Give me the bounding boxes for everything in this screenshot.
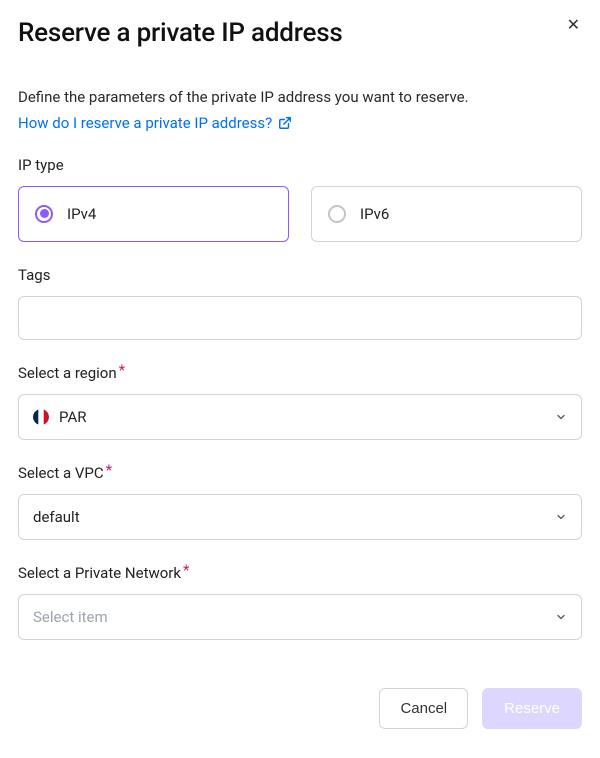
close-icon: ✕ — [567, 17, 580, 34]
private-network-placeholder: Select item — [33, 608, 108, 626]
radio-option-ipv4[interactable]: IPv4 — [18, 186, 289, 242]
region-select-value: PAR — [33, 408, 86, 426]
vpc-label: Select a VPC* — [18, 464, 582, 482]
external-link-icon — [278, 116, 292, 130]
radio-label-ipv4: IPv4 — [67, 205, 96, 223]
vpc-select[interactable]: default — [18, 494, 582, 540]
tags-input[interactable] — [18, 296, 582, 340]
region-field: Select a region* PAR — [18, 364, 582, 440]
close-button[interactable]: ✕ — [567, 18, 580, 34]
private-network-label: Select a Private Network* — [18, 564, 582, 582]
radio-icon — [35, 205, 53, 223]
radio-label-ipv6: IPv6 — [360, 205, 389, 223]
reserve-button[interactable]: Reserve — [482, 688, 582, 729]
region-label: Select a region* — [18, 364, 582, 382]
vpc-select-value: default — [33, 508, 80, 526]
ip-type-field: IP type IPv4 IPv6 — [18, 156, 582, 242]
modal-footer: Cancel Reserve — [18, 688, 582, 729]
required-indicator: * — [106, 461, 112, 479]
tags-field: Tags — [18, 266, 582, 340]
radio-icon — [328, 205, 346, 223]
radio-option-ipv6[interactable]: IPv6 — [311, 186, 582, 242]
private-network-select[interactable]: Select item — [18, 594, 582, 640]
region-select[interactable]: PAR — [18, 394, 582, 440]
france-flag-icon — [33, 409, 49, 425]
radio-dot-icon — [40, 209, 49, 218]
ip-type-radio-group: IPv4 IPv6 — [18, 186, 582, 242]
help-link-text: How do I reserve a private IP address? — [18, 114, 272, 132]
private-network-field: Select a Private Network* Select item — [18, 564, 582, 640]
modal-title: Reserve a private IP address — [18, 18, 582, 48]
chevron-down-icon — [555, 411, 567, 423]
required-indicator: * — [183, 561, 189, 579]
modal-description: Define the parameters of the private IP … — [18, 86, 582, 109]
help-link[interactable]: How do I reserve a private IP address? — [18, 114, 292, 132]
chevron-down-icon — [555, 611, 567, 623]
vpc-field: Select a VPC* default — [18, 464, 582, 540]
required-indicator: * — [119, 361, 125, 379]
tags-label: Tags — [18, 266, 582, 284]
chevron-down-icon — [555, 511, 567, 523]
ip-type-label: IP type — [18, 156, 582, 174]
cancel-button[interactable]: Cancel — [379, 688, 468, 729]
